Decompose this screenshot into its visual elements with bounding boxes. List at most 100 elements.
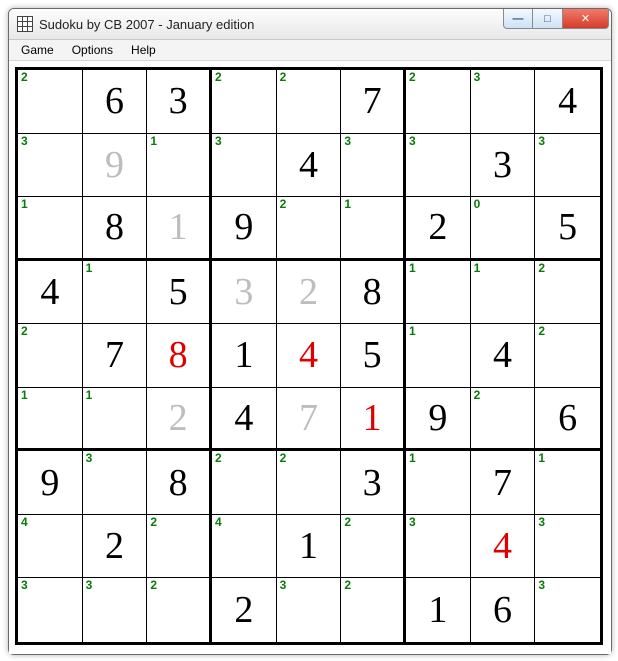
cell-r6-c3[interactable]: 2 [147,388,212,452]
menu-game[interactable]: Game [13,42,62,58]
cell-value: 9 [40,461,59,505]
cell-r9-c6[interactable]: 2 [341,578,406,642]
cell-r5-c4[interactable]: 1 [212,324,277,388]
cell-r8-c8[interactable]: 4 [471,515,536,579]
cell-r7-c3[interactable]: 8 [147,451,212,515]
cell-r1-c4[interactable]: 2 [212,70,277,134]
cell-r7-c8[interactable]: 7 [471,451,536,515]
cell-r5-c6[interactable]: 5 [341,324,406,388]
cell-r3-c5[interactable]: 2 [277,197,342,261]
cell-r3-c8[interactable]: 0 [471,197,536,261]
close-button[interactable]: ✕ [563,9,609,29]
menu-help[interactable]: Help [123,42,164,58]
cell-value: 8 [169,333,188,377]
cell-r2-c6[interactable]: 3 [341,134,406,198]
cell-r7-c2[interactable]: 3 [83,451,148,515]
cell-r4-c6[interactable]: 8 [341,261,406,325]
app-icon [17,16,33,32]
cell-r7-c6[interactable]: 3 [341,451,406,515]
cell-r9-c4[interactable]: 2 [212,578,277,642]
cell-r6-c5[interactable]: 7 [277,388,342,452]
cell-r5-c1[interactable]: 2 [18,324,83,388]
cell-r5-c7[interactable]: 1 [406,324,471,388]
cell-r5-c3[interactable]: 8 [147,324,212,388]
cell-r4-c7[interactable]: 1 [406,261,471,325]
cell-r1-c1[interactable]: 2 [18,70,83,134]
cell-r4-c8[interactable]: 1 [471,261,536,325]
menubar: Game Options Help [9,40,611,61]
cell-r6-c6[interactable]: 1 [341,388,406,452]
cell-r6-c8[interactable]: 2 [471,388,536,452]
cell-r9-c8[interactable]: 6 [471,578,536,642]
cell-r8-c6[interactable]: 2 [341,515,406,579]
cell-r3-c3[interactable]: 1 [147,197,212,261]
cell-r2-c4[interactable]: 3 [212,134,277,198]
cell-r5-c9[interactable]: 2 [535,324,600,388]
cell-r8-c7[interactable]: 3 [406,515,471,579]
cell-r4-c3[interactable]: 5 [147,261,212,325]
cell-r9-c3[interactable]: 2 [147,578,212,642]
cell-value: 3 [363,461,382,505]
cell-r3-c7[interactable]: 2 [406,197,471,261]
cell-r8-c9[interactable]: 3 [535,515,600,579]
cell-r6-c2[interactable]: 1 [83,388,148,452]
cell-r8-c1[interactable]: 4 [18,515,83,579]
menu-options[interactable]: Options [64,42,121,58]
cell-r3-c9[interactable]: 5 [535,197,600,261]
cell-r2-c9[interactable]: 3 [535,134,600,198]
cell-r2-c3[interactable]: 1 [147,134,212,198]
cell-r2-c2[interactable]: 9 [83,134,148,198]
cell-r6-c7[interactable]: 9 [406,388,471,452]
cell-r8-c5[interactable]: 1 [277,515,342,579]
cell-r3-c1[interactable]: 1 [18,197,83,261]
cell-r5-c5[interactable]: 4 [277,324,342,388]
cell-r2-c8[interactable]: 3 [471,134,536,198]
cell-r4-c1[interactable]: 4 [18,261,83,325]
cell-r5-c2[interactable]: 7 [83,324,148,388]
cell-r9-c5[interactable]: 3 [277,578,342,642]
cell-r9-c2[interactable]: 3 [83,578,148,642]
cell-r1-c3[interactable]: 3 [147,70,212,134]
cell-r5-c8[interactable]: 4 [471,324,536,388]
cell-r2-c7[interactable]: 3 [406,134,471,198]
cell-hint: 1 [86,389,93,401]
cell-r1-c2[interactable]: 6 [83,70,148,134]
cell-r1-c6[interactable]: 7 [341,70,406,134]
cell-r3-c6[interactable]: 1 [341,197,406,261]
cell-r3-c4[interactable]: 9 [212,197,277,261]
cell-r8-c2[interactable]: 2 [83,515,148,579]
cell-r7-c4[interactable]: 2 [212,451,277,515]
sudoku-grid: 2632272343913433331819212054153281122781… [15,67,603,645]
cell-hint: 1 [474,262,481,274]
cell-r4-c9[interactable]: 2 [535,261,600,325]
minimize-button[interactable]: — [503,9,533,29]
cell-hint: 2 [538,262,545,274]
cell-r2-c5[interactable]: 4 [277,134,342,198]
cell-value: 8 [169,461,188,505]
cell-r6-c1[interactable]: 1 [18,388,83,452]
cell-r1-c8[interactable]: 3 [471,70,536,134]
cell-r4-c4[interactable]: 3 [212,261,277,325]
cell-r9-c7[interactable]: 1 [406,578,471,642]
cell-r3-c2[interactable]: 8 [83,197,148,261]
cell-r4-c2[interactable]: 1 [83,261,148,325]
cell-r4-c5[interactable]: 2 [277,261,342,325]
cell-r7-c9[interactable]: 1 [535,451,600,515]
cell-value: 4 [299,333,318,377]
cell-r8-c4[interactable]: 4 [212,515,277,579]
cell-r1-c5[interactable]: 2 [277,70,342,134]
cell-r9-c9[interactable]: 3 [535,578,600,642]
cell-hint: 3 [538,135,545,147]
cell-r6-c9[interactable]: 6 [535,388,600,452]
maximize-button[interactable]: □ [533,9,563,29]
cell-r7-c1[interactable]: 9 [18,451,83,515]
cell-r1-c9[interactable]: 4 [535,70,600,134]
cell-r6-c4[interactable]: 4 [212,388,277,452]
titlebar[interactable]: Sudoku by CB 2007 - January edition — □ … [9,9,611,40]
cell-r7-c5[interactable]: 2 [277,451,342,515]
cell-r8-c3[interactable]: 2 [147,515,212,579]
cell-r9-c1[interactable]: 3 [18,578,83,642]
cell-r1-c7[interactable]: 2 [406,70,471,134]
cell-r2-c1[interactable]: 3 [18,134,83,198]
cell-r7-c7[interactable]: 1 [406,451,471,515]
